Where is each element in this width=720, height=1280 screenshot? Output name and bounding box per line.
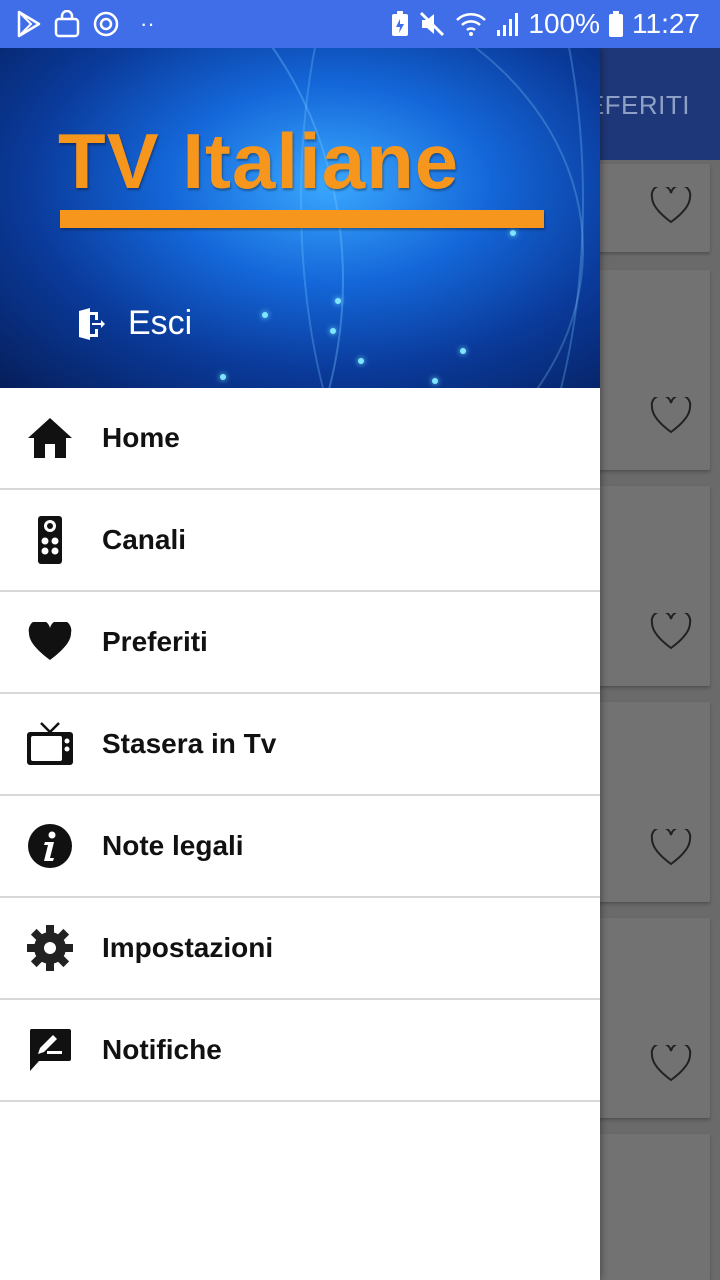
battery-icon (608, 10, 624, 38)
menu-item-canali[interactable]: Canali (0, 490, 600, 592)
app-logo-underline (60, 210, 544, 228)
wifi-icon (454, 10, 488, 38)
tv-icon (25, 719, 75, 769)
play-store-icon (16, 10, 42, 38)
menu-item-label: Impostazioni (102, 932, 274, 963)
heart-outline-icon[interactable] (650, 394, 692, 440)
menu-item-preferiti[interactable]: Preferiti (0, 592, 600, 694)
remote-control-icon (25, 515, 75, 565)
menu-item-notifiche[interactable]: Notifiche (0, 1000, 600, 1102)
network-dot (432, 378, 438, 384)
network-dot (220, 374, 226, 380)
info-icon (25, 821, 75, 871)
menu-item-stasera-in-tv[interactable]: Stasera in Tv (0, 694, 600, 796)
signal-icon (496, 10, 520, 38)
heart-icon (25, 617, 75, 667)
network-dot (358, 358, 364, 364)
feedback-edit-icon (25, 1025, 75, 1075)
menu-item-label: Notifiche (102, 1034, 222, 1065)
menu-item-label: Preferiti (102, 626, 208, 657)
menu-item-label: Note legali (102, 830, 244, 861)
logout-label: Esci (128, 304, 193, 342)
menu-item-impostazioni[interactable]: Impostazioni (0, 898, 600, 1000)
network-dot (262, 312, 268, 318)
status-dots: ·· (140, 11, 155, 36)
gear-icon (25, 923, 75, 973)
mute-icon (418, 10, 446, 38)
heart-outline-icon[interactable] (650, 1042, 692, 1088)
menu-item-label: Home (102, 422, 180, 453)
drawer-header: TV Italiane Esci (0, 48, 600, 388)
home-icon (25, 413, 75, 463)
app-logo-title: TV Italiane (58, 117, 460, 205)
menu-item-label: Canali (102, 524, 187, 555)
exit-door-icon (76, 307, 106, 341)
shopping-bag-icon (54, 10, 80, 38)
battery-percent: 100% (528, 8, 600, 39)
logout-button[interactable]: Esci (76, 304, 192, 343)
heart-outline-icon[interactable] (650, 184, 692, 230)
clock: 11:27 (632, 8, 700, 39)
menu-item-home[interactable]: Home (0, 388, 600, 490)
drawer-menu: Home Canali Preferiti Stasera in Tv Note… (0, 388, 600, 1102)
heart-outline-icon[interactable] (650, 826, 692, 872)
network-dot (335, 298, 341, 304)
menu-item-note-legali[interactable]: Note legali (0, 796, 600, 898)
battery-saver-icon (390, 10, 410, 38)
navigation-drawer: TV Italiane Esci Home Canali Preferiti S… (0, 48, 600, 1280)
network-dot (510, 230, 516, 236)
background-app-title: EFERITI (586, 90, 690, 120)
network-dot (460, 348, 466, 354)
status-bar: ·· 100% 11:27 (0, 0, 720, 48)
menu-item-label: Stasera in Tv (102, 728, 277, 759)
network-dot (330, 328, 336, 334)
heart-outline-icon[interactable] (650, 610, 692, 656)
sync-icon (92, 10, 120, 38)
